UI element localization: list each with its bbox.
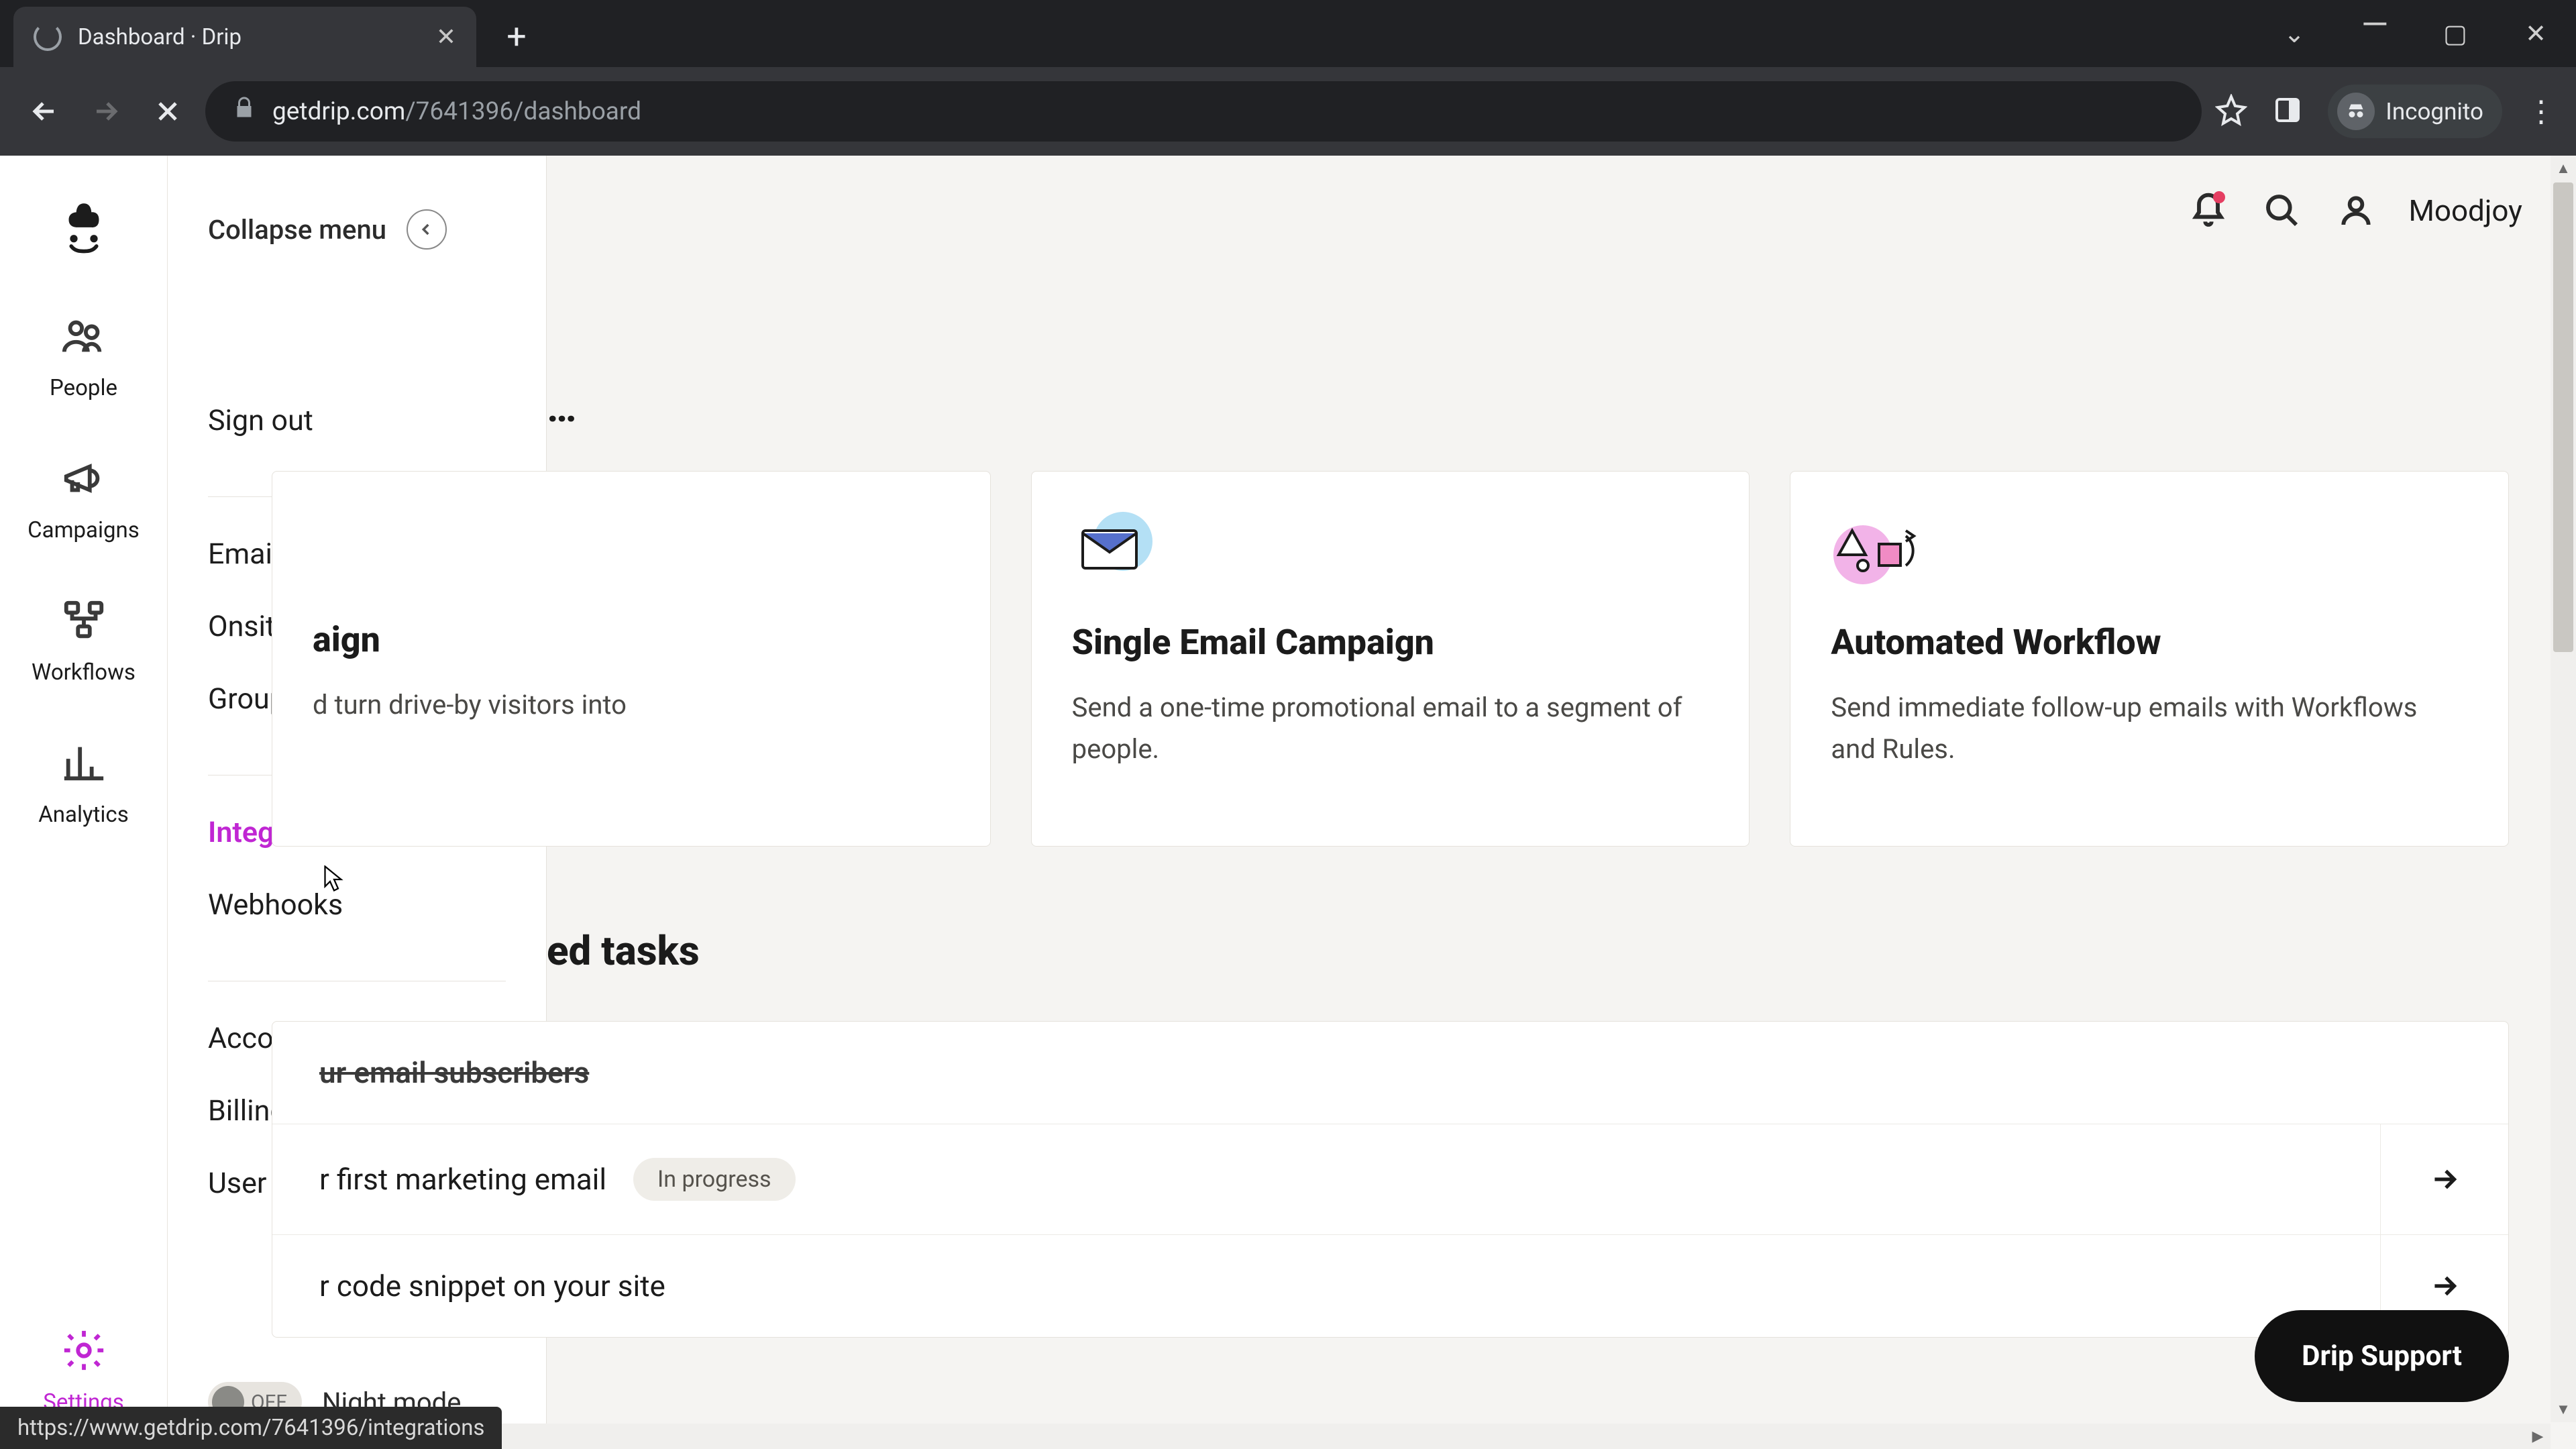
close-tab-icon[interactable]: ✕: [436, 23, 456, 51]
status-bar-link: https://www.getdrip.com/7641396/integrat…: [0, 1407, 502, 1449]
browser-menu-icon[interactable]: ⋮: [2526, 94, 2556, 129]
minimize-icon[interactable]: —: [2355, 4, 2395, 45]
card-single-email[interactable]: Single Email Campaign Send a one-time pr…: [1031, 471, 1750, 847]
analytics-icon: [60, 739, 107, 792]
card-desc: Send a one-time promotional email to a s…: [1072, 687, 1709, 770]
support-label: Drip Support: [2302, 1340, 2462, 1373]
flyout-webhooks[interactable]: Webhooks: [208, 888, 506, 922]
tab-spinner-icon: [34, 23, 62, 51]
scroll-up-icon[interactable]: ▲: [2551, 156, 2576, 181]
address-bar: getdrip.com/7641396/dashboard Incognito …: [0, 67, 2576, 156]
rail-item-campaigns[interactable]: Campaigns: [0, 455, 167, 543]
browser-tab[interactable]: Dashboard · Drip ✕: [13, 7, 476, 67]
lock-icon: [232, 96, 256, 127]
card-partial[interactable]: aign d turn drive-by visitors into: [272, 471, 991, 847]
url-text: getdrip.com/7641396/dashboard: [272, 97, 641, 126]
url-box[interactable]: getdrip.com/7641396/dashboard: [205, 81, 2202, 142]
flyout-sign-out[interactable]: Sign out: [208, 404, 506, 437]
icon-rail: People Campaigns Workflows Analytics: [0, 156, 168, 1449]
close-window-icon[interactable]: ✕: [2516, 19, 2556, 49]
scrollbar-thumb[interactable]: [2553, 182, 2573, 652]
star-bookmark-icon[interactable]: [2215, 94, 2247, 129]
app-logo[interactable]: [54, 196, 114, 259]
card-title: Single Email Campaign: [1072, 622, 1709, 663]
rail-item-people[interactable]: People: [0, 313, 167, 401]
maximize-icon[interactable]: ▢: [2435, 19, 2475, 49]
main-content: … aign d turn drive-by visitors into Sin…: [547, 156, 2549, 1449]
task-label-fragment: ur email subscribers: [319, 1055, 589, 1090]
app-viewport: People Campaigns Workflows Analytics: [0, 156, 2576, 1449]
gear-icon: [60, 1327, 107, 1380]
task-row[interactable]: ur email subscribers: [272, 1022, 2508, 1124]
rail-label: Analytics: [38, 802, 128, 828]
status-badge: In progress: [633, 1158, 796, 1201]
envelope-icon: [1072, 512, 1709, 588]
stop-reload-button[interactable]: [144, 87, 192, 136]
tab-strip: Dashboard · Drip ✕ +: [0, 0, 2576, 67]
forward-button[interactable]: [82, 87, 130, 136]
rail-item-settings[interactable]: Settings: [0, 1327, 167, 1415]
cursor-icon: [324, 865, 344, 894]
rail-label: Workflows: [32, 659, 136, 686]
megaphone-icon: [60, 455, 107, 508]
workflow-card-icon: [1831, 512, 2468, 588]
back-button[interactable]: [20, 87, 68, 136]
scroll-right-icon[interactable]: ▶: [2525, 1424, 2551, 1449]
card-title-fragment: aign: [313, 619, 950, 660]
cards-row: aign d turn drive-by visitors into Singl…: [272, 471, 2509, 847]
collapse-menu[interactable]: Collapse menu: [208, 209, 506, 250]
people-icon: [60, 313, 107, 366]
vertical-scrollbar[interactable]: ▲ ▼: [2551, 156, 2576, 1422]
collapse-icon: [407, 209, 447, 250]
extensions-icon[interactable]: [2271, 94, 2304, 129]
browser-chrome: Dashboard · Drip ✕ + ⌄ — ▢ ✕ getdrip.com…: [0, 0, 2576, 156]
form-icon: [313, 512, 950, 586]
card-title: Automated Workflow: [1831, 622, 2468, 663]
section-heading-fragment: …: [547, 384, 576, 431]
chevron-down-icon[interactable]: ⌄: [2274, 19, 2314, 49]
new-tab-button[interactable]: +: [496, 16, 537, 56]
support-button[interactable]: Drip Support: [2255, 1310, 2509, 1402]
arrow-right-icon: [2380, 1124, 2461, 1234]
task-label-fragment: r code snippet on your site: [319, 1269, 665, 1303]
task-row[interactable]: r first marketing email In progress: [272, 1124, 2508, 1235]
card-desc: Send immediate follow-up emails with Wor…: [1831, 687, 2468, 770]
window-controls: ⌄ — ▢ ✕: [2274, 13, 2556, 54]
card-automated-workflow[interactable]: Automated Workflow Send immediate follow…: [1790, 471, 2509, 847]
task-row[interactable]: r code snippet on your site: [272, 1235, 2508, 1337]
workflow-icon: [60, 597, 107, 650]
rail-item-workflows[interactable]: Workflows: [0, 597, 167, 686]
incognito-icon: [2337, 93, 2375, 130]
incognito-badge[interactable]: Incognito: [2328, 85, 2502, 138]
card-desc-fragment: d turn drive-by visitors into: [313, 684, 950, 726]
tasks-heading-fragment: ed tasks: [547, 927, 700, 975]
scroll-down-icon[interactable]: ▼: [2551, 1397, 2576, 1422]
rail-item-analytics[interactable]: Analytics: [0, 739, 167, 828]
incognito-label: Incognito: [2385, 98, 2483, 125]
rail-label: Campaigns: [28, 517, 140, 543]
rail-label: People: [50, 375, 117, 401]
tab-title: Dashboard · Drip: [78, 24, 420, 50]
collapse-label: Collapse menu: [208, 214, 386, 246]
task-label-fragment: r first marketing email: [319, 1162, 606, 1197]
tasks-box: ur email subscribers r first marketing e…: [272, 1021, 2509, 1338]
